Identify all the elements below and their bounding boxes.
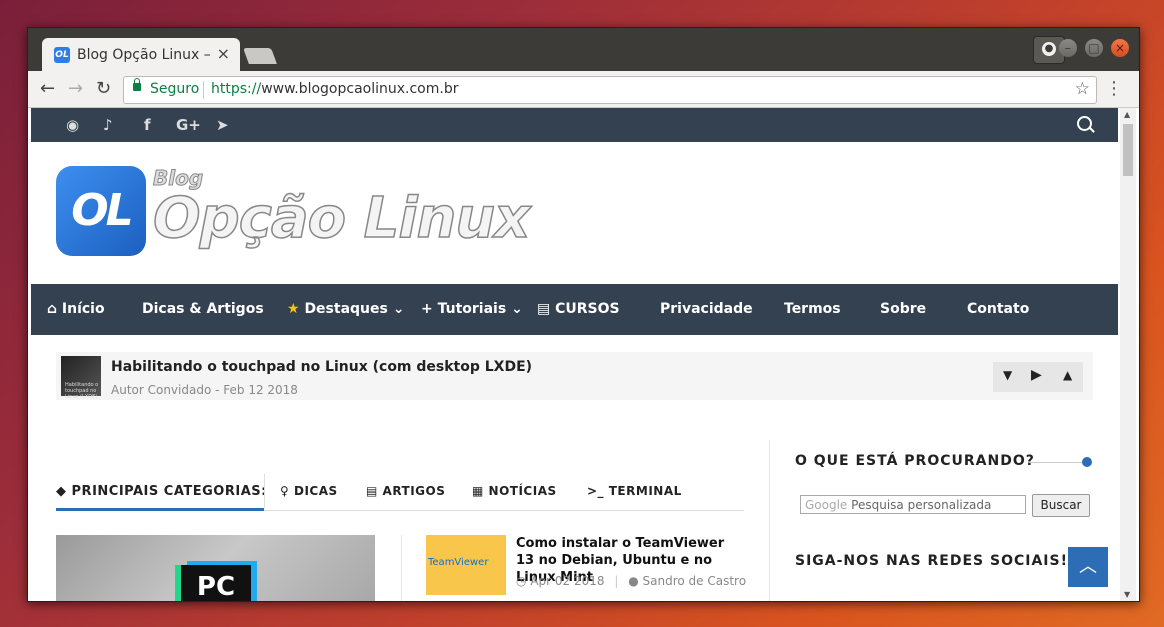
article-thumbnail[interactable]: TeamViewer <box>426 535 506 595</box>
scroll-up-icon[interactable]: ▲ <box>1124 110 1130 119</box>
telegram-icon[interactable]: ➤ <box>216 116 229 134</box>
reload-button[interactable]: ↻ <box>96 78 111 99</box>
facebook-icon[interactable]: f <box>144 116 151 134</box>
back-button[interactable]: ← <box>40 78 55 99</box>
tab-artigos[interactable]: ▤ ARTIGOS <box>366 484 445 498</box>
scroll-thumb[interactable] <box>1123 124 1133 176</box>
new-tab-button[interactable] <box>243 48 277 64</box>
back-to-top-button[interactable]: ︿ <box>1068 547 1108 587</box>
home-icon: ⌂ <box>47 301 58 317</box>
lock-icon <box>133 78 141 91</box>
search-icon[interactable] <box>1077 116 1092 131</box>
browser-window: OL Blog Opção Linux – × ● – □ × ← → ↻ Se… <box>27 27 1140 602</box>
nav-item-dicas[interactable]: Dicas & Artigos <box>142 301 264 317</box>
title-bar: OL Blog Opção Linux – × ● – □ × <box>28 28 1139 71</box>
nav-item-cursos[interactable]: ▤ CURSOS <box>537 301 620 317</box>
address-bar[interactable]: Seguro https://www.blogopcaolinux.com.br… <box>123 76 1097 104</box>
categories-heading: ◆ PRINCIPAIS CATEGORIAS: <box>56 484 267 499</box>
terminal-icon: >_ <box>587 484 605 498</box>
browser-toolbar: ← → ↻ Seguro https://www.blogopcaolinux.… <box>28 71 1139 108</box>
browser-tab[interactable]: OL Blog Opção Linux – × <box>42 38 240 71</box>
main-nav: ⌂ Início Dicas & Artigos ★ Destaques ⌄ +… <box>31 284 1118 335</box>
sidebar-search-heading: O QUE ESTÁ PROCURANDO? <box>795 453 1035 469</box>
featured-image[interactable]: PC <box>56 535 375 601</box>
nav-item-inicio[interactable]: ⌂ Início <box>47 301 105 317</box>
page-scrollbar[interactable]: ▲ ▼ <box>1120 108 1136 601</box>
chevron-down-icon: ⌄ <box>392 301 405 317</box>
ticker-title[interactable]: Habilitando o touchpad no Linux (com des… <box>111 359 532 375</box>
article-meta: ◷ Apr 02 2018 | ● Sandro de Castro <box>516 574 747 588</box>
twitter-icon[interactable]: ♪ <box>103 116 113 134</box>
ticker-thumbnail[interactable]: Habilitando o touchpad no Linux (LXDE) <box>61 356 101 400</box>
forward-button[interactable]: → <box>68 78 83 99</box>
categories-tabs: ◆ PRINCIPAIS CATEGORIAS: ♀ DICAS ▤ ARTIG… <box>56 474 744 511</box>
book-icon: ▤ <box>366 484 378 498</box>
close-window-button[interactable]: × <box>1111 39 1129 57</box>
browser-menu-icon[interactable]: ⋮ <box>1105 78 1123 99</box>
pycharm-logo: PC <box>181 565 251 601</box>
nav-item-privacidade[interactable]: Privacidade <box>660 301 753 317</box>
close-tab-icon[interactable]: × <box>217 44 230 63</box>
ticker-controls: ▼ ▶ ▲ <box>993 362 1083 392</box>
social-topbar: ◉ ♪ f G+ ➤ <box>31 108 1118 142</box>
chevron-down-icon: ⌄ <box>511 301 523 317</box>
favicon-icon: OL <box>54 47 70 63</box>
news-ticker: Habilitando o touchpad no Linux (LXDE) H… <box>56 352 1093 400</box>
ticker-meta: Autor Convidado - Feb 12 2018 <box>111 383 298 397</box>
ticker-play-button[interactable]: ▶ <box>1031 367 1042 383</box>
nav-item-destaques[interactable]: ★ Destaques ⌄ <box>287 301 404 317</box>
nav-item-contato[interactable]: Contato <box>967 301 1029 317</box>
google-search-input[interactable]: Google Pesquisa personalizada <box>800 495 1026 514</box>
tab-title: Blog Opção Linux – <box>77 47 211 63</box>
tags-icon: ◆ <box>56 484 67 499</box>
search-button[interactable]: Buscar <box>1032 494 1090 517</box>
nav-item-sobre[interactable]: Sobre <box>880 301 926 317</box>
ticker-up-button[interactable]: ▲ <box>1063 368 1072 382</box>
lightbulb-icon: ♀ <box>280 484 290 498</box>
secure-label: Seguro <box>150 81 200 97</box>
tab-noticias[interactable]: ▦ NOTÍCIAS <box>472 484 557 498</box>
minimize-button[interactable]: – <box>1058 39 1077 57</box>
logo-name-text[interactable]: Opção Linux <box>152 185 531 252</box>
tab-dicas[interactable]: ♀ DICAS <box>280 484 338 498</box>
bookmark-star-icon[interactable]: ☆ <box>1075 79 1090 99</box>
user-icon: ● <box>1042 42 1056 56</box>
nav-item-termos[interactable]: Termos <box>784 301 841 317</box>
google-plus-icon[interactable]: G+ <box>176 116 201 134</box>
page-content: ◉ ♪ f G+ ➤ OL Blog Opção Linux ⌂ Início … <box>31 108 1118 601</box>
user-icon: ● <box>628 574 639 588</box>
tab-terminal[interactable]: >_ TERMINAL <box>587 484 682 498</box>
url-text: https://www.blogopcaolinux.com.br <box>211 81 459 97</box>
chevron-up-icon: ︿ <box>1079 556 1097 577</box>
sidebar-social-heading: SIGA-NOS NAS REDES SOCIAIS! <box>795 553 1068 569</box>
clock-icon: ◷ <box>516 574 527 588</box>
book-icon: ▤ <box>537 301 551 317</box>
scroll-down-icon[interactable]: ▼ <box>1124 590 1130 599</box>
newspaper-icon: ▦ <box>472 484 484 498</box>
ticker-down-button[interactable]: ▼ <box>1003 368 1012 382</box>
rss-icon[interactable]: ◉ <box>66 116 79 134</box>
site-logo[interactable]: OL <box>56 166 146 256</box>
star-icon: ★ <box>287 301 300 317</box>
maximize-button[interactable]: □ <box>1084 39 1103 57</box>
nav-item-tutoriais[interactable]: + Tutoriais ⌄ <box>421 301 523 317</box>
